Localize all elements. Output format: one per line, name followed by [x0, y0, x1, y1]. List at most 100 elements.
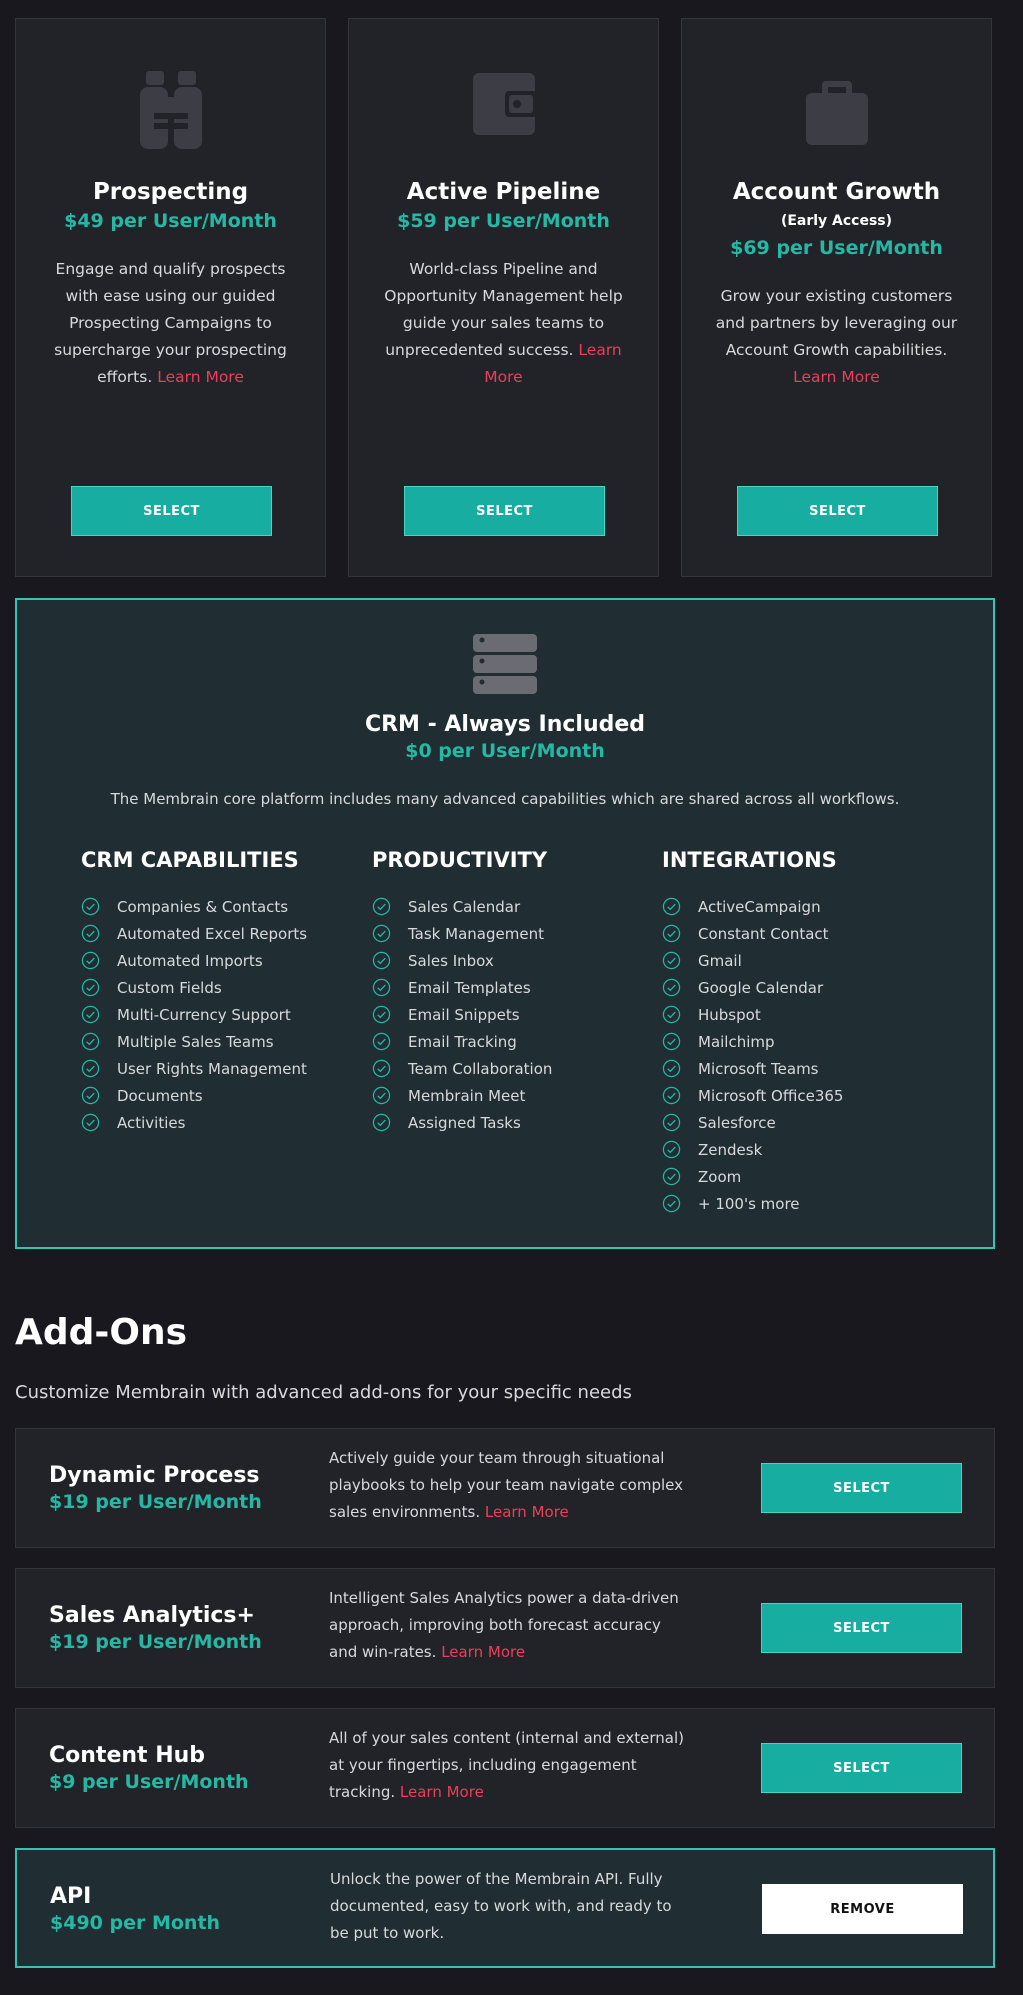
check-circle-icon: [662, 1086, 681, 1105]
plan-title: Account Growth: [732, 179, 941, 205]
check-circle-icon: [372, 1005, 391, 1024]
feature-label: Multiple Sales Teams: [117, 1032, 274, 1051]
check-circle-icon: [662, 951, 681, 970]
learn-more-link[interactable]: Learn More: [793, 368, 880, 386]
feature-label: Email Tracking: [408, 1032, 517, 1051]
feature-label: Multi-Currency Support: [117, 1005, 291, 1024]
plan-card-prospecting: Prospecting $49 per User/Month Engage an…: [15, 18, 326, 577]
feature-item: Microsoft Office365: [662, 1082, 942, 1109]
check-circle-icon: [372, 978, 391, 997]
feature-label: Automated Imports: [117, 951, 263, 970]
feature-item: Custom Fields: [81, 974, 361, 1001]
feature-item: + 100's more: [662, 1190, 942, 1217]
feature-item: Zoom: [662, 1163, 942, 1190]
feature-item: Automated Excel Reports: [81, 920, 361, 947]
plan-description: Engage and qualify prospects with ease u…: [46, 256, 295, 391]
learn-more-link[interactable]: Learn More: [400, 1783, 484, 1801]
select-prospecting-button[interactable]: SELECT: [71, 486, 272, 536]
check-circle-icon: [81, 897, 100, 916]
briefcase-icon: [682, 67, 991, 151]
feature-label: Custom Fields: [117, 978, 222, 997]
check-circle-icon: [81, 1086, 100, 1105]
select-content-hub-button[interactable]: SELECT: [761, 1743, 962, 1793]
feature-label: Companies & Contacts: [117, 897, 289, 916]
feature-item: Automated Imports: [81, 947, 361, 974]
plan-price: $59 per User/Month: [397, 210, 610, 232]
check-circle-icon: [662, 1032, 681, 1051]
binoculars-icon: [16, 67, 325, 151]
feature-label: Sales Calendar: [408, 897, 521, 916]
plan-price: $69 per User/Month: [730, 237, 943, 259]
learn-more-link[interactable]: Learn More: [157, 368, 244, 386]
plan-title: Prospecting: [92, 179, 249, 205]
addon-name: Dynamic Process: [49, 1463, 260, 1488]
check-circle-icon: [372, 924, 391, 943]
feature-item: Email Templates: [372, 974, 652, 1001]
feature-item: Constant Contact: [662, 920, 942, 947]
learn-more-link[interactable]: Learn More: [441, 1643, 525, 1661]
feature-label: Email Templates: [408, 978, 531, 997]
addon-card-api: API $490 per Month Unlock the power of t…: [15, 1848, 995, 1968]
check-circle-icon: [662, 1167, 681, 1186]
feature-item: ActiveCampaign: [662, 893, 942, 920]
server-icon: [17, 634, 993, 694]
addon-name: Sales Analytics+: [49, 1603, 255, 1628]
addon-price: $19 per User/Month: [49, 1631, 262, 1653]
select-active-pipeline-button[interactable]: SELECT: [404, 486, 605, 536]
feature-item: Hubspot: [662, 1001, 942, 1028]
feature-label: Mailchimp: [698, 1032, 775, 1051]
plan-card-account-growth: Account Growth (Early Access) $69 per Us…: [681, 18, 992, 577]
addons-heading: Add-Ons: [15, 1312, 188, 1353]
select-account-growth-button[interactable]: SELECT: [737, 486, 938, 536]
addon-description: All of your sales content (internal and …: [329, 1725, 684, 1806]
feature-label: Task Management: [408, 924, 544, 943]
feature-item: Membrain Meet: [372, 1082, 652, 1109]
remove-api-button[interactable]: REMOVE: [762, 1884, 963, 1934]
check-circle-icon: [662, 924, 681, 943]
feature-label: Assigned Tasks: [408, 1113, 521, 1132]
addon-price: $9 per User/Month: [49, 1771, 249, 1793]
check-circle-icon: [662, 1113, 681, 1132]
feature-label: Team Collaboration: [408, 1059, 553, 1078]
feature-label: User Rights Management: [117, 1059, 307, 1078]
crm-price: $0 per User/Month: [405, 740, 605, 762]
crm-description: The Membrain core platform includes many…: [110, 790, 900, 808]
check-circle-icon: [81, 1005, 100, 1024]
feature-item: Documents: [81, 1082, 361, 1109]
addon-description-text: All of your sales content (internal and …: [329, 1729, 685, 1801]
feature-list: Companies & Contacts Automated Excel Repo…: [81, 893, 361, 1136]
addon-description: Actively guide your team through situati…: [329, 1445, 684, 1526]
plan-title: Active Pipeline: [406, 179, 601, 205]
check-circle-icon: [662, 1005, 681, 1024]
feature-item: Companies & Contacts: [81, 893, 361, 920]
column-heading: PRODUCTIVITY: [372, 848, 548, 872]
feature-item: Email Snippets: [372, 1001, 652, 1028]
feature-item: Google Calendar: [662, 974, 942, 1001]
column-heading: CRM CAPABILITIES: [81, 848, 299, 872]
feature-item: Assigned Tasks: [372, 1109, 652, 1136]
feature-label: Automated Excel Reports: [117, 924, 308, 943]
check-circle-icon: [662, 1059, 681, 1078]
check-circle-icon: [81, 1032, 100, 1051]
feature-label: Zendesk: [698, 1140, 763, 1159]
check-circle-icon: [81, 1059, 100, 1078]
column-heading: INTEGRATIONS: [662, 848, 837, 872]
select-sales-analytics-button[interactable]: SELECT: [761, 1603, 962, 1653]
feature-item: Multi-Currency Support: [81, 1001, 361, 1028]
select-dynamic-process-button[interactable]: SELECT: [761, 1463, 962, 1513]
crm-title: CRM - Always Included: [364, 712, 646, 737]
feature-label: Gmail: [698, 951, 742, 970]
integrations-column: INTEGRATIONS ActiveCampaign Constant Cont…: [662, 845, 942, 1217]
plan-description: World-class Pipeline and Opportunity Man…: [379, 256, 628, 391]
plan-card-active-pipeline: Active Pipeline $59 per User/Month World…: [348, 18, 659, 577]
learn-more-link[interactable]: Learn More: [485, 1503, 569, 1521]
check-circle-icon: [662, 1140, 681, 1159]
feature-label: Documents: [117, 1086, 203, 1105]
feature-item: Sales Inbox: [372, 947, 652, 974]
feature-item: Microsoft Teams: [662, 1055, 942, 1082]
check-circle-icon: [372, 1086, 391, 1105]
feature-item: Sales Calendar: [372, 893, 652, 920]
check-circle-icon: [81, 1113, 100, 1132]
check-circle-icon: [662, 1194, 681, 1213]
feature-item: Email Tracking: [372, 1028, 652, 1055]
